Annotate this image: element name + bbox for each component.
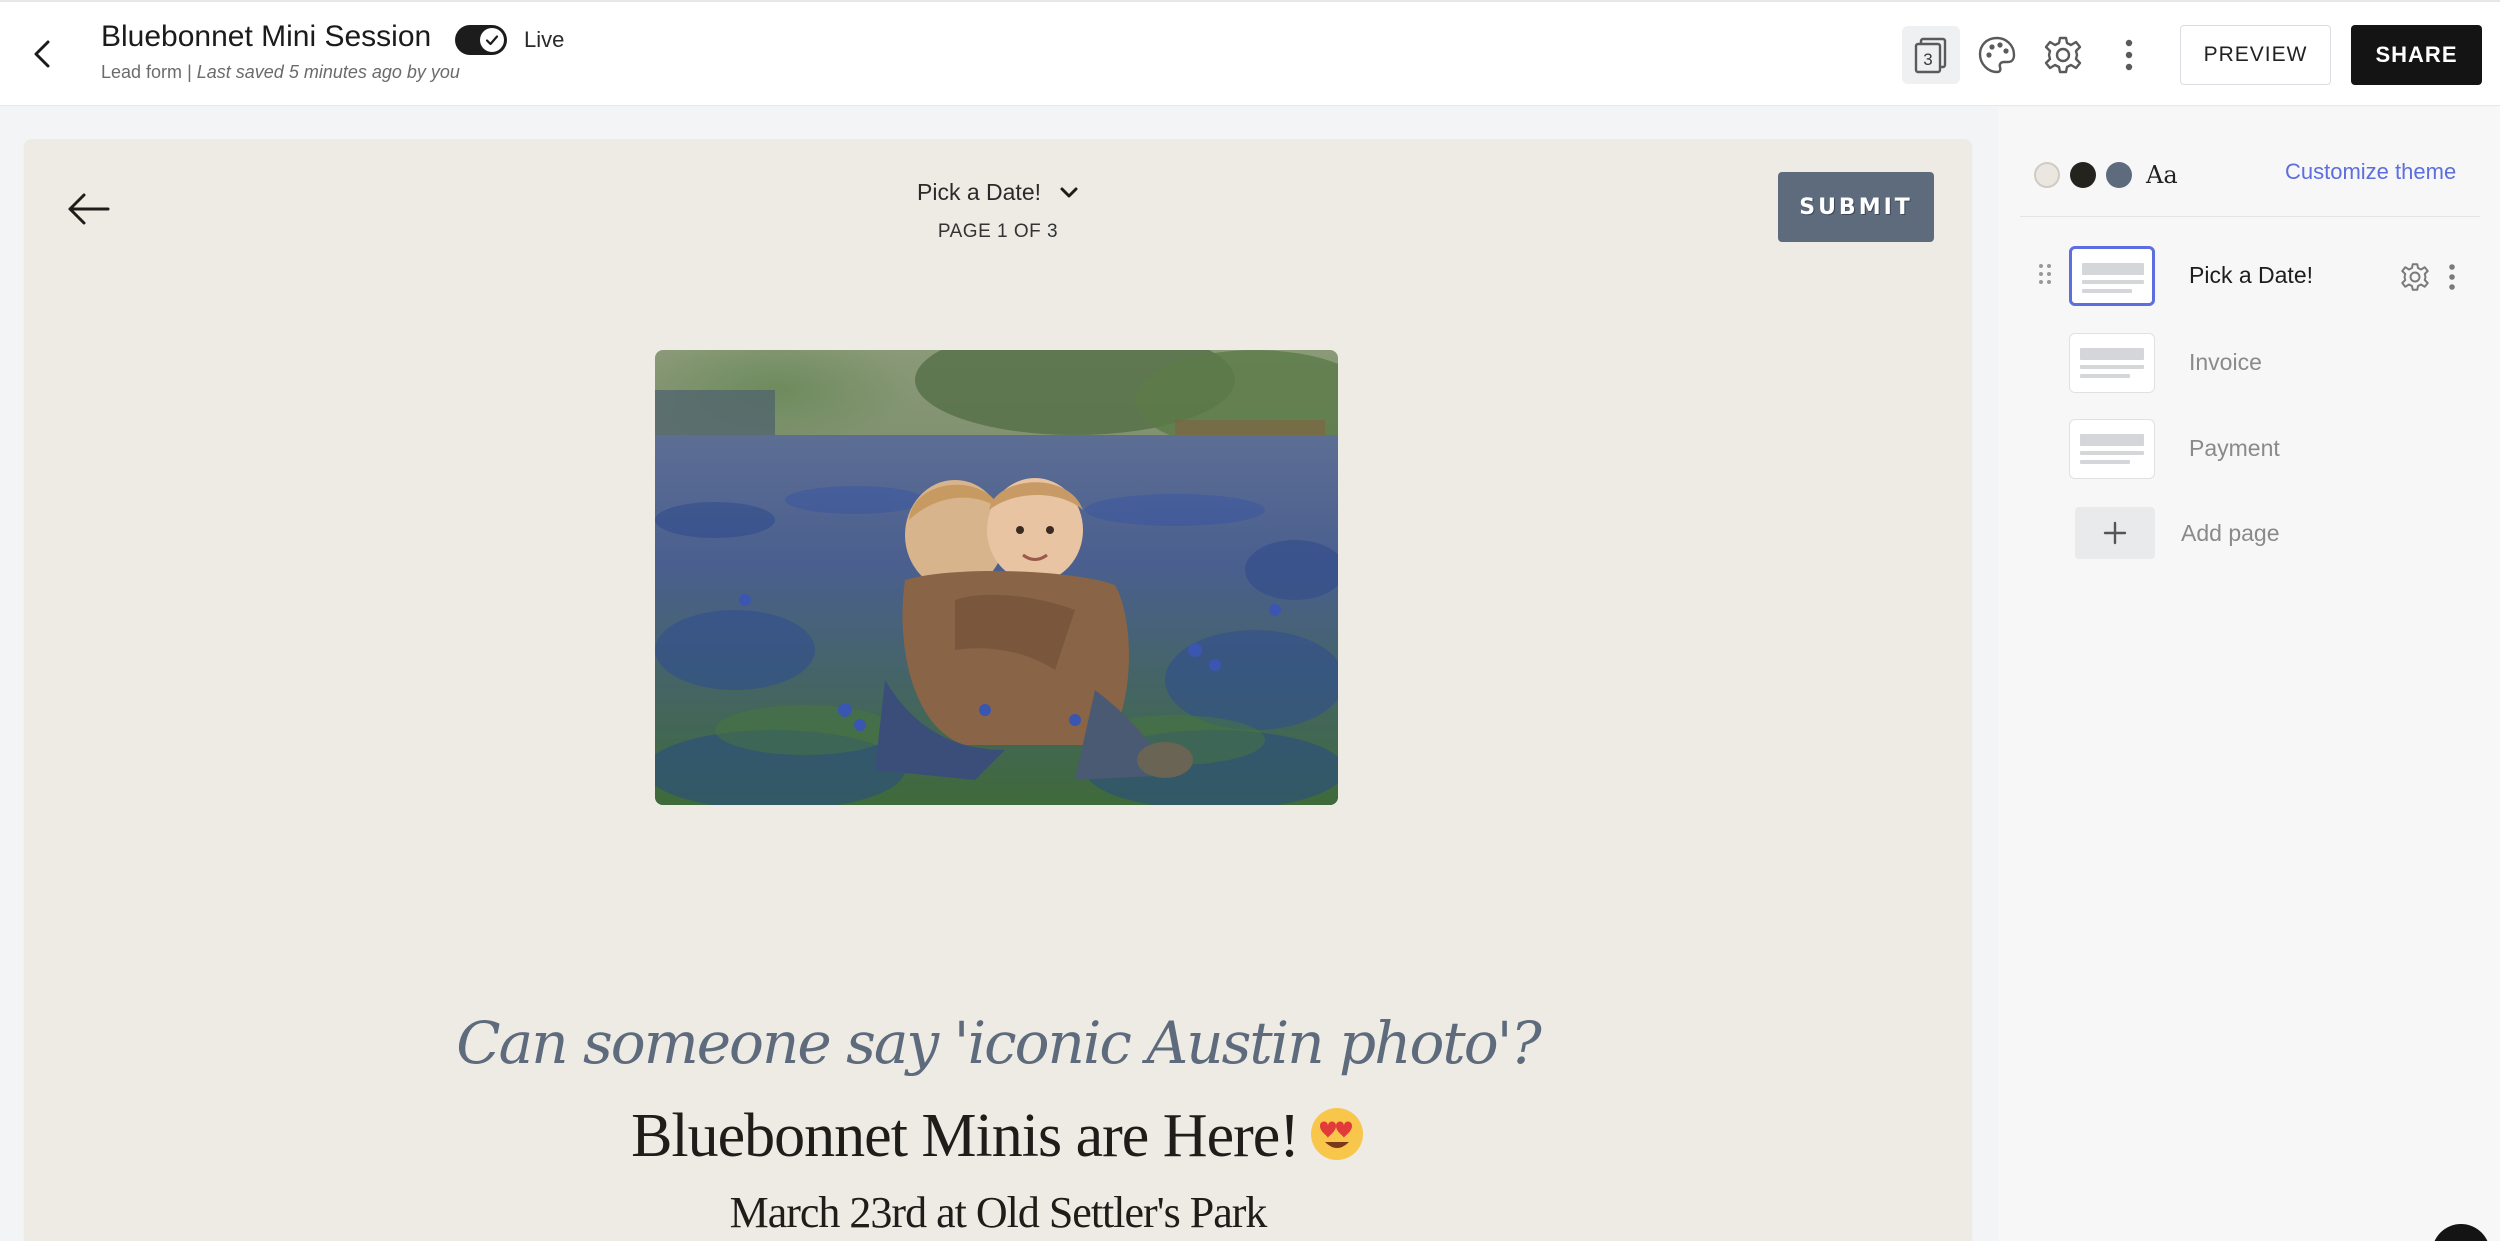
page-label: Payment [2189,435,2280,461]
check-icon [485,35,499,46]
swatch-background[interactable] [2034,162,2060,188]
headline-text: Bluebonnet Minis are Here! [24,1101,1972,1172]
back-button[interactable] [24,34,60,74]
page-label: Pick a Date! [2189,262,2313,288]
subtitle-separator: | [187,62,192,82]
page-thumbnail [2069,333,2155,393]
settings-button[interactable] [2034,26,2092,84]
heart-eyes-emoji-icon [1310,1108,1363,1160]
form-title[interactable]: Bluebonnet Mini Session [101,20,431,54]
pages-icon: 3 [1914,37,1947,74]
gear-icon [2044,36,2082,74]
customize-theme-link[interactable]: Customize theme [2285,159,2456,185]
toggle-knob [480,28,504,52]
live-label: Live [524,27,565,52]
swatch-accent[interactable] [2106,162,2132,188]
theme-button[interactable] [1968,26,2026,84]
swatch-text[interactable] [2070,162,2096,188]
page-selector[interactable]: Pick a Date! [24,179,1972,206]
page-settings-gear-icon[interactable] [2400,262,2430,292]
page-indicator: PAGE 1 OF 3 [937,221,1059,242]
chevron-left-icon [34,40,50,68]
chevron-down-icon [1060,187,1078,197]
font-preview[interactable]: Aa [2146,161,2178,189]
top-bar: Bluebonnet Mini Session Lead form | Last… [0,0,2500,106]
event-details-text: March 23rd at Old Settler's Park [729,1188,1268,1237]
pages-panel: Aa Customize theme Pick a Date! Invoice [1998,107,2500,1241]
page-item-payment[interactable]: Payment [1998,415,2500,485]
form-type-label: Lead form [101,62,183,82]
submit-button[interactable]: SUBMIT [1778,172,1934,242]
page-thumbnail [2069,419,2155,479]
page-label: Invoice [2189,349,2262,375]
drag-handle-icon[interactable] [2038,262,2052,286]
page-more-icon[interactable] [2444,262,2460,292]
tagline-text: Can someone say 'iconic Austin photo'? [456,1009,1541,1077]
palette-icon [1978,36,2016,74]
theme-swatches: Aa [2034,161,2178,189]
hero-image [655,350,1338,805]
page-item-pick-a-date[interactable]: Pick a Date! [1998,242,2500,312]
pages-button[interactable]: 3 [1902,26,1960,84]
live-toggle[interactable] [455,25,507,55]
page-selector-label: Pick a Date! [917,179,1041,205]
last-saved-text: Last saved 5 minutes ago by you [196,62,460,82]
headline-label: Bluebonnet Minis are Here! [631,1102,1300,1170]
form-canvas: Pick a Date! PAGE 1 OF 3 SUBMIT Can some… [24,139,1972,1241]
more-button[interactable] [2100,26,2158,84]
panel-divider [2020,216,2480,217]
add-page-label: Add page [2181,519,2280,546]
more-vertical-icon [2125,39,2133,71]
page-count-badge: 3 [1923,50,1932,69]
hero-photo-illustration [655,350,1338,805]
page-thumbnail [2069,246,2155,306]
preview-button[interactable]: PREVIEW [2180,25,2331,85]
plus-icon [2075,507,2155,559]
add-page-button[interactable]: Add page [2075,507,2279,559]
share-button[interactable]: SHARE [2351,25,2482,85]
page-item-invoice[interactable]: Invoice [1998,329,2500,399]
form-subtitle: Lead form | Last saved 5 minutes ago by … [101,62,460,83]
